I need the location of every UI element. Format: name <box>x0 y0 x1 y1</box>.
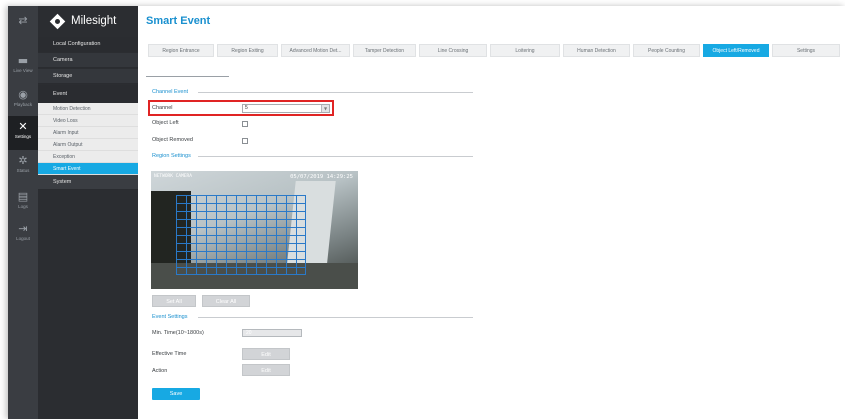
page-title: Smart Event <box>146 15 211 27</box>
tab-object-left-removed[interactable]: Object Left/Removed <box>703 44 769 57</box>
menu-alarm-input[interactable]: Alarm Input <box>38 127 138 139</box>
rail-label: Settings <box>14 134 32 139</box>
status-icon: ✲ <box>18 154 28 167</box>
logs-icon: ▤ <box>17 190 29 203</box>
menu-camera[interactable]: Camera <box>38 53 138 68</box>
settings-icon: ✕ <box>18 120 28 133</box>
rail-label: Logout <box>16 236 30 241</box>
divider <box>146 76 229 77</box>
rail-logs[interactable]: ▤ Logs <box>8 186 38 220</box>
rail-label: Playback <box>13 102 33 107</box>
tab-human-detection[interactable]: Human Detection <box>563 44 630 57</box>
chevron-down-icon: ▼ <box>321 105 329 112</box>
tab-tamper-detection[interactable]: Tamper Detection <box>353 44 416 57</box>
section-divider <box>198 92 473 93</box>
camera-preview[interactable]: NETWORK CAMERA 05/07/2019 14:29:25 <box>151 171 358 289</box>
object-left-label: Object Left <box>152 120 179 126</box>
tab-settings[interactable]: Settings <box>772 44 840 57</box>
swap-icon[interactable]: ⇄ <box>8 10 38 44</box>
object-removed-label: Object Removed <box>152 137 193 143</box>
channel-value: 5 <box>245 105 248 111</box>
menu-motion-detection[interactable]: Motion Detection <box>38 103 138 115</box>
effective-time-edit-button[interactable]: Edit <box>242 348 290 360</box>
menu-exception[interactable]: Exception <box>38 151 138 163</box>
menu-storage[interactable]: Storage <box>38 69 138 84</box>
rail-logout[interactable]: ⇥ Logout <box>8 218 38 252</box>
region-settings-section: Region Settings <box>152 153 473 159</box>
section-title: Event Settings <box>152 314 188 320</box>
section-divider <box>198 156 473 157</box>
tab-loitering[interactable]: Loitering <box>490 44 560 57</box>
rail-label: Logs <box>18 204 28 209</box>
detection-region-grid[interactable] <box>176 195 306 275</box>
tab-people-counting[interactable]: People Counting <box>633 44 700 57</box>
min-time-input[interactable]: 20 <box>242 329 302 337</box>
milesight-logo-icon <box>49 13 66 29</box>
rail-live-view[interactable]: ▬ Live View <box>8 50 38 84</box>
object-removed-checkbox[interactable] <box>242 138 248 144</box>
tab-bar: Region Entrance Region Exiting Advanced … <box>148 44 845 57</box>
clear-all-button[interactable]: Clear All <box>202 295 250 307</box>
section-title: Region Settings <box>152 153 191 159</box>
rail-playback[interactable]: ◉ Playback <box>8 84 38 118</box>
min-time-label: Min. Time(10~1800s) <box>152 330 204 336</box>
set-all-button[interactable]: Set All <box>152 295 196 307</box>
app-window: ⇄ ▬ Live View ◉ Playback ✕ Settings ✲ St… <box>8 6 845 419</box>
action-label: Action <box>152 368 168 374</box>
menu-event[interactable]: Event <box>38 85 138 103</box>
sidebar-menu: Milesight Local Configuration Camera Sto… <box>38 6 138 419</box>
menu-system[interactable]: System <box>38 175 138 190</box>
action-edit-button[interactable]: Edit <box>242 364 290 376</box>
rail-settings[interactable]: ✕ Settings <box>8 116 38 150</box>
tab-region-exiting[interactable]: Region Exiting <box>217 44 278 57</box>
save-button[interactable]: Save <box>152 388 200 400</box>
section-title: Channel Event <box>152 89 189 95</box>
brand-name: Milesight <box>71 15 117 27</box>
menu-video-loss[interactable]: Video Loss <box>38 115 138 127</box>
rail-label: Status <box>16 168 30 173</box>
effective-time-label: Effective Time <box>152 351 187 357</box>
menu-local-configuration[interactable]: Local Configuration <box>38 37 138 52</box>
icon-rail: ⇄ ▬ Live View ◉ Playback ✕ Settings ✲ St… <box>8 6 38 419</box>
swap-icon-glyph: ⇄ <box>18 14 28 27</box>
rail-status[interactable]: ✲ Status <box>8 150 38 184</box>
rail-label: Live View <box>13 68 33 73</box>
channel-select[interactable]: 5 ▼ <box>242 104 330 113</box>
section-divider <box>198 317 473 318</box>
event-settings-section: Event Settings <box>152 314 473 320</box>
object-left-checkbox[interactable] <box>242 121 248 127</box>
live-view-icon: ▬ <box>17 54 29 67</box>
menu-alarm-output[interactable]: Alarm Output <box>38 139 138 151</box>
osd-camera-name: NETWORK CAMERA <box>154 174 192 179</box>
main-panel: Smart Event Region Entrance Region Exiti… <box>138 6 845 419</box>
menu-smart-event[interactable]: Smart Event <box>38 163 138 175</box>
osd-timestamp: 05/07/2019 14:29:25 <box>290 174 353 180</box>
channel-event-section: Channel Event <box>152 89 473 95</box>
tab-advanced-motion-detection[interactable]: Advanced Motion Det... <box>281 44 350 57</box>
brand-logo: Milesight <box>38 6 138 36</box>
logout-icon: ⇥ <box>18 222 28 235</box>
tab-line-crossing[interactable]: Line Crossing <box>419 44 487 57</box>
channel-label: Channel <box>152 105 173 111</box>
tab-region-entrance[interactable]: Region Entrance <box>148 44 214 57</box>
playback-icon: ◉ <box>18 88 28 101</box>
